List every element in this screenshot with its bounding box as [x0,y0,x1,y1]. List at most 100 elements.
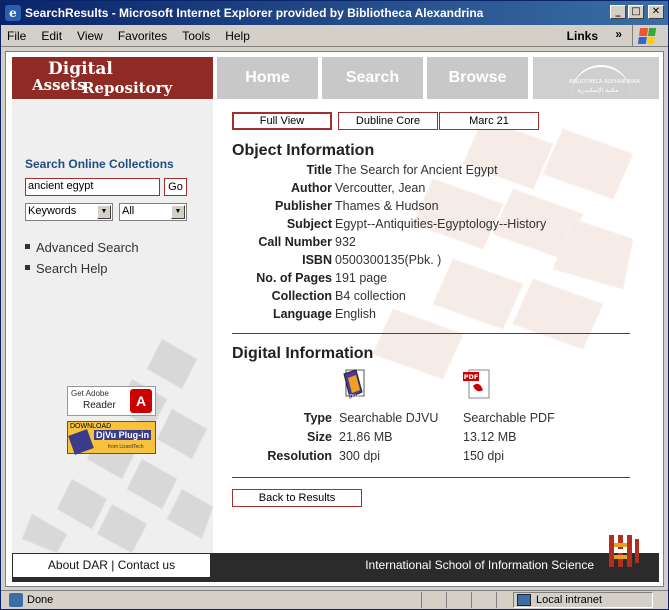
field-select-value: Keywords [28,205,77,217]
isis-logo-icon[interactable] [603,529,643,573]
object-row-isbn: ISBN [213,253,332,271]
pdf-icon-label: PDF [464,373,479,381]
object-row-pages: No. of Pages [213,271,332,289]
status-separator [446,592,447,608]
menu-edit[interactable]: Edit [41,29,62,43]
security-zone[interactable]: Local intranet [513,592,653,608]
tab-dublin-core[interactable]: Dubline Core [338,112,438,130]
page: Digital Assets Repository Home Search Br… [12,57,659,582]
menu-help[interactable]: Help [225,29,250,43]
object-label: Author [291,181,332,195]
digital-type-djvu: Searchable DJVU [339,411,439,425]
tab-marc-21[interactable]: Marc 21 [439,112,539,130]
djvu-file-icon[interactable]: DjVu [342,368,368,400]
digital-label: Resolution [267,449,332,463]
logo-text-assets: Assets [32,76,86,94]
zone-text: Local intranet [536,594,603,606]
bibalex-logo[interactable]: BIBLIOTHECA ALEXANDRINA مكتبة الإسكندرية [533,57,659,99]
object-row-collection: Collection [213,289,332,307]
object-information-heading: Object Information [232,142,375,159]
djvu-text-lizardtech: from LizardTech [108,444,144,450]
minimize-button[interactable]: _ [610,5,626,19]
windows-logo-icon [632,25,660,47]
browser-window: e SearchResults - Microsoft Internet Exp… [0,0,669,610]
object-label: Publisher [275,199,332,213]
adobe-reader-icon: A [130,389,152,413]
bullet-icon [25,265,30,271]
object-label: ISBN [302,253,332,267]
tab-full-view[interactable]: Full View [232,112,332,130]
digital-row-size: Size [213,430,332,448]
menu-favorites[interactable]: Favorites [118,29,167,43]
bibalex-text-arabic: مكتبة الإسكندرية [577,87,619,94]
adobe-text-reader: Reader [83,400,116,411]
object-row-author: Author [213,181,332,199]
object-value-pages: 191 page [335,271,388,285]
status-bar: Done Local intranet [1,590,668,610]
object-row-title: Title [213,163,332,181]
adobe-text-get: Get Adobe [71,389,109,398]
links-toolbar[interactable]: Links [567,29,598,43]
background-watermark [372,119,633,379]
object-label: No. of Pages [256,271,332,285]
scope-select[interactable]: All ▼ [119,203,187,221]
search-help-link[interactable]: Search Help [25,261,108,276]
dar-logo[interactable]: Digital Assets Repository [12,57,213,99]
status-separator [421,592,422,608]
window-title: SearchResults - Microsoft Internet Explo… [25,6,484,20]
page-done-icon [9,593,23,607]
menu-file[interactable]: File [7,29,26,43]
djvu-icon [68,429,94,455]
object-value-author: Vercoutter, Jean [335,181,426,195]
object-label: Collection [271,289,332,303]
menu-view[interactable]: View [77,29,103,43]
local-intranet-icon [517,594,531,606]
nav-home[interactable]: Home [217,57,318,99]
djvu-plugin-button[interactable]: DOWNLOAD DjVu Plug-in from LizardTech [67,421,156,455]
search-input[interactable]: ancient egypt [25,178,160,196]
maximize-button[interactable]: □ [628,5,644,19]
djvu-text-plugin: DjVu Plug-in [94,430,152,440]
close-button[interactable]: ✕ [648,5,664,19]
go-button[interactable]: Go [164,178,187,196]
bibalex-text: BIBLIOTHECA ALEXANDRINA [569,79,640,85]
menu-bar: File Edit View Favorites Tools Help Link… [1,25,668,47]
digital-label: Type [303,411,332,425]
object-label: Call Number [258,235,332,249]
divider [232,333,630,334]
nav-browse[interactable]: Browse [427,57,528,99]
pdf-file-icon[interactable]: PDF [463,368,493,400]
object-row-language: Language [213,307,332,325]
object-value-title: The Search for Ancient Egypt [335,163,498,177]
back-to-results-button[interactable]: Back to Results [232,489,362,507]
footer-links[interactable]: About DAR | Contact us [13,554,210,577]
footer: About DAR | Contact us International Sch… [12,553,659,582]
object-value-collection: B4 collection [335,289,406,303]
status-text: Done [27,594,54,606]
digital-row-type: Type [213,411,332,429]
object-row-subject: Subject [213,217,332,235]
search-help-label: Search Help [36,261,108,276]
object-value-language: English [335,307,376,321]
advanced-search-link[interactable]: Advanced Search [25,240,139,255]
chevron-icon[interactable]: » [615,27,622,41]
nav-search[interactable]: Search [322,57,423,99]
menu-tools[interactable]: Tools [182,29,210,43]
get-adobe-reader-button[interactable]: Get Adobe Reader A [67,386,156,416]
digital-type-pdf: Searchable PDF [463,411,555,425]
field-select[interactable]: Keywords ▼ [25,203,113,221]
main-content: Full View Dubline Core Marc 21 Object In… [213,99,659,553]
object-value-publisher: Thames & Hudson [335,199,439,213]
page-viewport: Digital Assets Repository Home Search Br… [5,51,664,587]
digital-row-resolution: Resolution [213,449,332,467]
digital-resolution-pdf: 150 dpi [463,449,505,463]
object-label: Language [272,307,332,321]
chevron-down-icon: ▼ [97,205,111,219]
object-row-publisher: Publisher [213,199,332,217]
digital-information-heading: Digital Information [232,345,374,362]
object-value-subject: Egypt--Antiquities-Egyptology--History [335,217,547,231]
divider [232,477,630,478]
digital-label: Size [306,430,332,444]
bullet-icon [25,244,30,250]
footer-isis-text: International School of Information Scie… [365,558,594,572]
